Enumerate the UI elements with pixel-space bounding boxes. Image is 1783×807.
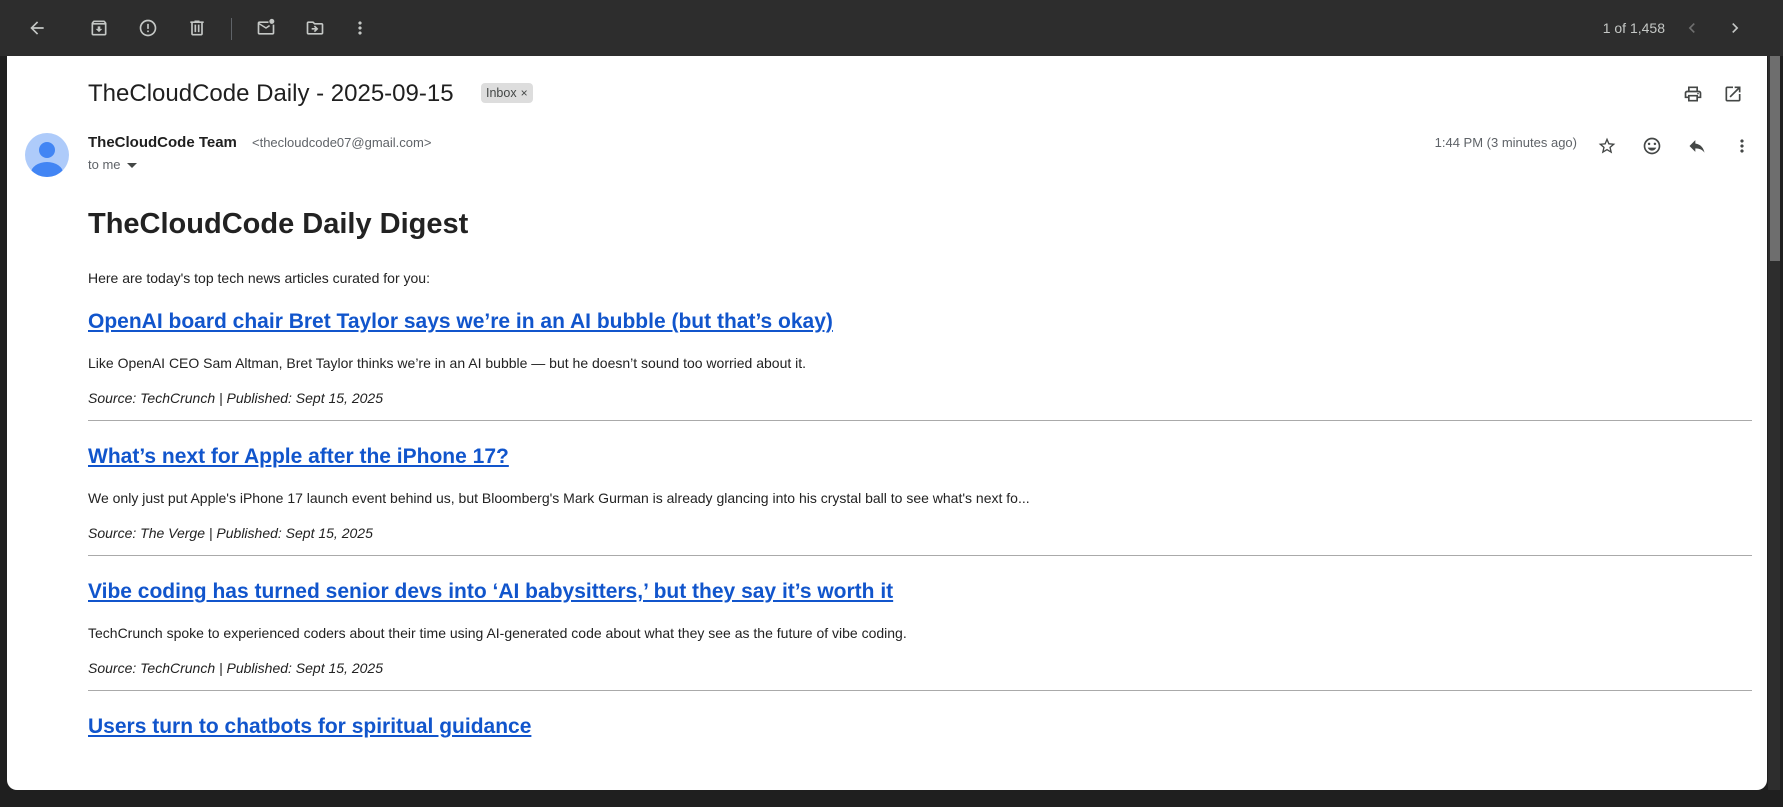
label-text: Inbox — [486, 86, 517, 100]
article-item: Users turn to chatbots for spiritual gui… — [88, 715, 1752, 753]
delete-icon[interactable] — [181, 12, 213, 44]
article-title-link[interactable]: OpenAI board chair Bret Taylor says we’r… — [88, 310, 1752, 334]
inbox-label-chip[interactable]: Inbox × — [481, 83, 533, 103]
print-icon[interactable] — [1681, 82, 1705, 106]
article-item: What’s next for Apple after the iPhone 1… — [88, 445, 1752, 556]
email-timestamp: 1:44 PM (3 minutes ago) — [1434, 135, 1577, 150]
article-title-link[interactable]: What’s next for Apple after the iPhone 1… — [88, 445, 1752, 469]
article-item: Vibe coding has turned senior devs into … — [88, 580, 1752, 691]
article-item: OpenAI board chair Bret Taylor says we’r… — [88, 310, 1752, 421]
back-arrow-icon[interactable] — [21, 12, 53, 44]
message-toolbar: 1 of 1,458 — [0, 0, 1783, 56]
newer-chevron-left-icon[interactable] — [1676, 12, 1708, 44]
article-source: Source: TechCrunch | Published: Sept 15,… — [88, 660, 383, 676]
archive-icon[interactable] — [83, 12, 115, 44]
sender-email: <thecloudcode07@gmail.com> — [252, 135, 432, 150]
sender-avatar[interactable] — [25, 133, 69, 177]
digest-intro: Here are today's top tech news articles … — [88, 270, 430, 286]
toolbar-divider — [231, 18, 232, 40]
article-description: Like OpenAI CEO Sam Altman, Bret Taylor … — [88, 355, 807, 371]
mark-unread-icon[interactable] — [250, 12, 282, 44]
chevron-down-icon — [126, 163, 137, 168]
message-panel: TheCloudCode Daily - 2025-09-15 Inbox × … — [7, 56, 1767, 790]
to-me-text: to me — [88, 157, 121, 172]
older-chevron-right-icon[interactable] — [1719, 12, 1751, 44]
scrollbar[interactable] — [1768, 56, 1780, 790]
article-source: Source: The Verge | Published: Sept 15, … — [88, 525, 373, 541]
digest-heading: TheCloudCode Daily Digest — [88, 208, 469, 240]
article-source: Source: TechCrunch | Published: Sept 15,… — [88, 390, 383, 406]
article-title-link[interactable]: Vibe coding has turned senior devs into … — [88, 580, 1752, 604]
report-spam-icon[interactable] — [132, 12, 164, 44]
sender-name[interactable]: TheCloudCode Team — [88, 134, 237, 151]
email-subject: TheCloudCode Daily - 2025-09-15 — [88, 80, 454, 107]
star-icon[interactable] — [1593, 132, 1621, 160]
add-reaction-emoji-icon[interactable] — [1638, 132, 1666, 160]
article-description: TechCrunch spoke to experienced coders a… — [88, 625, 907, 641]
article-description: We only just put Apple's iPhone 17 launc… — [88, 490, 1030, 506]
message-more-vert-icon[interactable] — [1728, 132, 1756, 160]
more-vert-icon[interactable] — [344, 12, 376, 44]
email-body: TheCloudCode Daily Digest Here are today… — [88, 208, 1752, 753]
scrollbar-thumb[interactable] — [1770, 56, 1780, 261]
remove-label-icon[interactable]: × — [521, 86, 528, 100]
open-in-new-window-icon[interactable] — [1721, 82, 1745, 106]
recipient-details-toggle[interactable]: to me — [88, 157, 137, 172]
move-to-icon[interactable] — [299, 12, 331, 44]
pager-count: 1 of 1,458 — [1602, 20, 1665, 36]
reply-icon[interactable] — [1683, 132, 1711, 160]
article-title-link[interactable]: Users turn to chatbots for spiritual gui… — [88, 715, 1752, 739]
